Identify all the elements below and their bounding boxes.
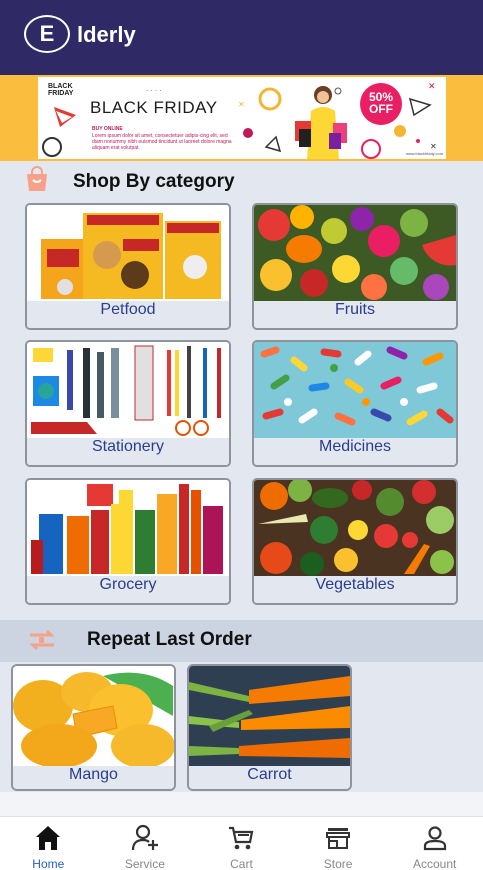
person-add-icon (131, 824, 158, 851)
repeat-item-label: Carrot (189, 766, 350, 789)
repeat-icon (29, 629, 55, 651)
logo-text: lderly (77, 22, 136, 47)
nav-store[interactable]: Store (290, 817, 387, 870)
category-label: Fruits (254, 301, 456, 328)
nav-label: Service (124, 857, 165, 870)
nav-label: Cart (230, 857, 253, 870)
nav-service[interactable]: Service (97, 817, 194, 870)
nav-label: Store (323, 857, 353, 870)
discount-badge: 50% OFF (360, 83, 402, 125)
category-label: Stationery (27, 438, 229, 465)
nav-account[interactable]: Account (386, 817, 483, 870)
fruits-image (254, 205, 456, 301)
category-label: Medicines (254, 438, 456, 465)
category-card-vegetables[interactable]: Vegetables (252, 478, 458, 605)
mango-image (13, 666, 174, 766)
svg-text:✕: ✕ (430, 142, 437, 151)
shopping-bag-icon (27, 166, 47, 191)
banner-small-label: BLACK FRIDAY (48, 83, 74, 97)
nav-label: Home (32, 857, 65, 870)
repeat-item-label: Mango (13, 766, 174, 789)
banner-url: www.blackfriday.com (406, 151, 444, 156)
category-card-fruits[interactable]: Fruits (252, 203, 458, 330)
svg-text:✕: ✕ (238, 100, 245, 109)
content-bottom-strip (0, 792, 483, 816)
section-title: Repeat Last Order (87, 629, 252, 650)
cart-icon (229, 826, 254, 850)
home-icon (36, 826, 61, 850)
vegetables-image (254, 480, 456, 576)
banner-title: BLACK FRIDAY (90, 98, 218, 117)
category-card-petfood[interactable]: Petfood (25, 203, 231, 330)
app-header: E lderly (0, 0, 483, 75)
promo-banner[interactable]: . . . . ✕ ✕ ✕ BLACK FRIDAY BLACK FRIDAY … (38, 77, 446, 159)
account-icon (423, 826, 446, 851)
category-card-medicines[interactable]: Medicines (252, 340, 458, 467)
shop-by-category-header: Shop By category (0, 161, 483, 199)
svg-text:. . . .: . . . . (146, 84, 162, 93)
medicines-image (254, 342, 456, 438)
promo-banner-area: . . . . ✕ ✕ ✕ BLACK FRIDAY BLACK FRIDAY … (0, 75, 483, 161)
nav-home[interactable]: Home (0, 817, 97, 870)
bottom-navigation: Home Service Cart Store Account (0, 816, 483, 870)
category-card-stationery[interactable]: Stationery (25, 340, 231, 467)
store-icon (326, 828, 351, 849)
category-card-grocery[interactable]: Grocery (25, 478, 231, 605)
banner-body: Lorem ipsum dolor sit amet, consectetuer… (92, 133, 232, 151)
section-title: Shop By category (73, 171, 235, 192)
banner-buy-online: BUY ONLINE (92, 126, 123, 132)
stationery-image (27, 342, 229, 438)
nav-cart[interactable]: Cart (193, 817, 290, 870)
logo-letter: E (24, 15, 70, 53)
category-label: Vegetables (254, 576, 456, 603)
svg-text:✕: ✕ (428, 81, 436, 91)
repeat-card-mango[interactable]: Mango (11, 664, 176, 791)
category-label: Petfood (27, 301, 229, 328)
repeat-last-order-header: Repeat Last Order (0, 620, 483, 662)
repeat-card-carrot[interactable]: Carrot (187, 664, 352, 791)
shopper-illustration (295, 86, 347, 159)
carrot-image (189, 666, 350, 766)
nav-label: Account (412, 857, 457, 870)
category-label: Grocery (27, 576, 229, 603)
grocery-image (27, 480, 229, 576)
petfood-image (27, 205, 229, 301)
